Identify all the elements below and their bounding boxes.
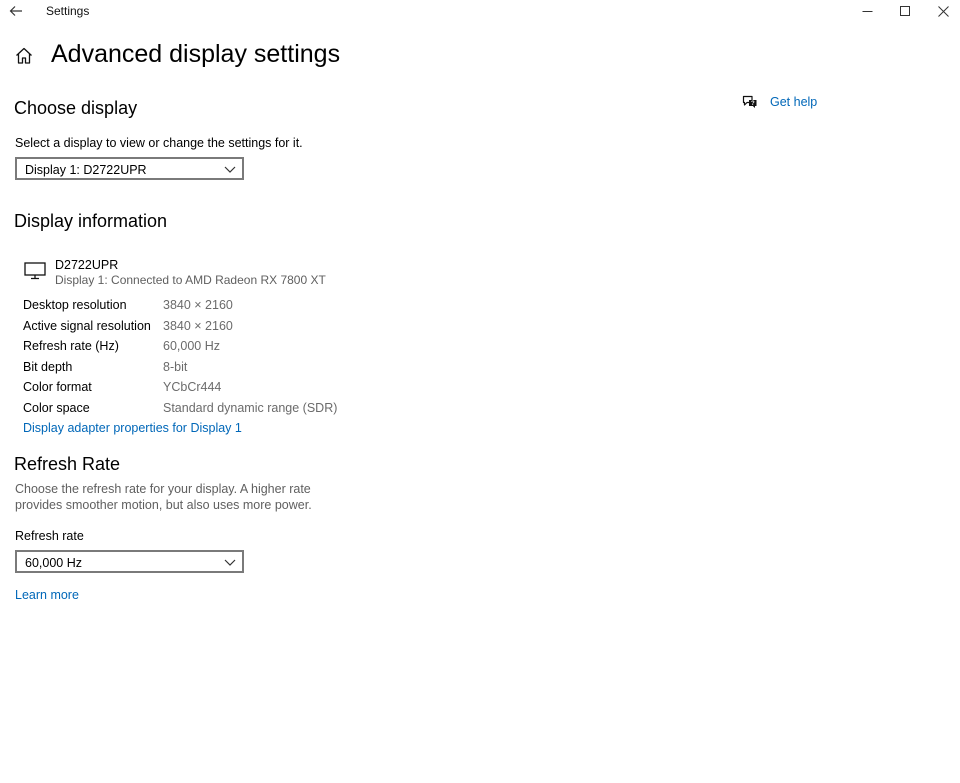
chevron-down-icon — [224, 166, 236, 173]
get-help-label: Get help — [770, 95, 818, 109]
maximize-icon — [899, 5, 910, 16]
info-label-bit-depth: Bit depth — [23, 360, 73, 374]
refresh-rate-heading: Refresh Rate — [14, 454, 121, 474]
title-bar: Settings — [0, 0, 960, 22]
refresh-rate-select[interactable]: 60,000 Hz — [15, 550, 244, 573]
back-arrow-icon — [9, 6, 22, 16]
monitor-icon — [24, 262, 46, 280]
display-select-value: Display 1: D2722UPR — [25, 163, 147, 177]
monitor-name: D2722UPR — [55, 258, 119, 272]
minimize-icon — [862, 10, 872, 12]
chat-help-icon: ? — [742, 95, 757, 108]
learn-more-link[interactable]: Learn more — [15, 588, 79, 602]
close-icon — [937, 5, 949, 17]
choose-display-instruction: Select a display to view or change the s… — [15, 136, 303, 150]
chevron-down-icon — [224, 559, 236, 566]
home-icon[interactable] — [14, 46, 34, 66]
close-button[interactable] — [924, 0, 960, 22]
get-help-link[interactable]: ? Get help — [742, 92, 817, 112]
info-value-desktop-resolution: 3840 × 2160 — [163, 298, 233, 312]
info-value-active-signal-resolution: 3840 × 2160 — [163, 319, 233, 333]
info-value-refresh-rate: 60,000 Hz — [163, 339, 220, 353]
minimize-button[interactable] — [848, 0, 886, 22]
display-information-heading: Display information — [14, 211, 168, 231]
info-label-refresh-rate: Refresh rate (Hz) — [23, 339, 119, 353]
info-label-color-space: Color space — [23, 401, 90, 415]
refresh-rate-description: Choose the refresh rate for your display… — [15, 482, 312, 512]
svg-text:?: ? — [751, 101, 755, 107]
info-label-color-format: Color format — [23, 380, 92, 394]
page-title: Advanced display settings — [51, 40, 341, 68]
info-value-color-space: Standard dynamic range (SDR) — [163, 401, 338, 415]
info-label-desktop-resolution: Desktop resolution — [23, 298, 127, 312]
choose-display-heading: Choose display — [14, 98, 138, 118]
app-title: Settings — [46, 4, 90, 18]
info-label-active-signal-resolution: Active signal resolution — [23, 319, 151, 333]
refresh-rate-field-label: Refresh rate — [15, 529, 84, 543]
back-button[interactable] — [6, 2, 26, 20]
info-value-color-format: YCbCr444 — [163, 380, 222, 394]
monitor-subtitle: Display 1: Connected to AMD Radeon RX 78… — [55, 273, 326, 287]
display-select[interactable]: Display 1: D2722UPR — [15, 157, 244, 180]
display-adapter-properties-link[interactable]: Display adapter properties for Display 1 — [23, 421, 242, 435]
refresh-rate-select-value: 60,000 Hz — [25, 556, 82, 570]
maximize-button[interactable] — [886, 0, 924, 22]
info-value-bit-depth: 8-bit — [163, 360, 188, 374]
